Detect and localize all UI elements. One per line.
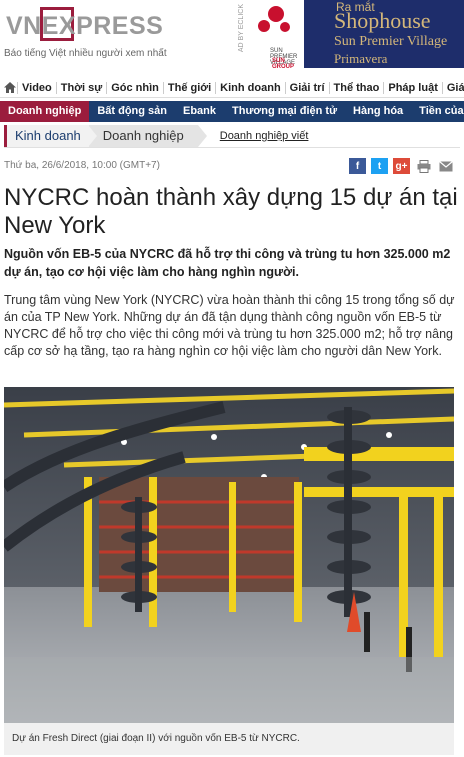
flower-icon bbox=[280, 22, 290, 32]
email-icon[interactable] bbox=[437, 158, 454, 174]
home-icon[interactable] bbox=[3, 80, 17, 96]
subnav-item-doanh-nghiep[interactable]: Doanh nghiệp bbox=[0, 101, 90, 122]
print-icon[interactable] bbox=[415, 158, 432, 174]
ad-flower-graphic: SUN PREMIER VILLAGE SUN GROUP bbox=[250, 0, 304, 68]
ad-headline-3: Sun Premier Village bbox=[334, 34, 448, 49]
photo-caption: Dự án Fresh Direct (giai đoạn II) với ng… bbox=[4, 723, 454, 755]
article-title: NYCRC hoàn thành xây dựng 15 dự án tại N… bbox=[4, 184, 458, 239]
breadcrumb: Kinh doanh Doanh nghiệp Doanh nghiệp viế… bbox=[4, 124, 460, 148]
flower-icon bbox=[268, 6, 284, 22]
ad-headline-4: Primavera bbox=[334, 51, 388, 66]
logo-wordmark: VNEXPRESS bbox=[6, 12, 164, 40]
main-navigation: Video Thời sự Góc nhìn Thế giới Kinh doa… bbox=[0, 78, 464, 98]
nav-item-kinh-doanh[interactable]: Kinh doanh bbox=[215, 81, 285, 94]
article-lead: Nguồn vốn EB-5 của NYCRC đã hỗ trợ thi c… bbox=[4, 247, 451, 279]
subnav-item-hang-hoa[interactable]: Hàng hóa bbox=[345, 101, 411, 122]
ad-side-strip: AD BY ECLICK bbox=[238, 0, 250, 68]
nav-item-thoi-su[interactable]: Thời sự bbox=[55, 81, 106, 94]
twitter-share-icon[interactable]: t bbox=[371, 158, 388, 174]
site-tagline: Báo tiếng Việt nhiều người xem nhất bbox=[4, 48, 167, 59]
ad-brand-sungroup: SUN GROUP bbox=[272, 58, 295, 68]
ad-label: AD BY ECLICK bbox=[238, 4, 245, 53]
subnav-item-bat-dong-san[interactable]: Bất động sản bbox=[89, 101, 175, 122]
article-date: Thứ ba, 26/6/2018, 10:00 (GMT+7) bbox=[4, 160, 160, 171]
googleplus-share-icon[interactable]: g+ bbox=[393, 158, 410, 174]
article-photo[interactable] bbox=[4, 387, 454, 723]
facebook-share-icon[interactable]: f bbox=[349, 158, 366, 174]
nav-item-video[interactable]: Video bbox=[17, 81, 56, 94]
nav-item-giao-duc[interactable]: Giáo dục bbox=[441, 81, 464, 94]
advertisement-banner[interactable]: AD BY ECLICK SUN PREMIER VILLAGE SUN GRO… bbox=[238, 0, 464, 68]
article-body: Trung tâm vùng New York (NYCRC) vừa hoàn… bbox=[4, 293, 455, 358]
site-header: VNEXPRESS Báo tiếng Việt nhiều người xem… bbox=[0, 0, 464, 74]
section-subnavigation: Doanh nghiệp Bất động sản Ebank Thương m… bbox=[0, 101, 464, 122]
nav-item-the-thao[interactable]: Thể thao bbox=[328, 81, 384, 94]
subnav-item-thuong-mai-dien-tu[interactable]: Thương mại điện tử bbox=[224, 101, 345, 122]
warehouse-photo-graphic bbox=[4, 387, 454, 723]
ad-headline-2: Shophouse bbox=[334, 8, 431, 33]
breadcrumb-section[interactable]: Kinh doanh bbox=[4, 124, 89, 147]
share-toolbar: f t g+ bbox=[349, 158, 454, 174]
breadcrumb-link[interactable]: Doanh nghiệp viết bbox=[220, 130, 309, 142]
nav-item-giai-tri[interactable]: Giải trí bbox=[284, 81, 329, 94]
subnav-item-tien-cua[interactable]: Tiền của bbox=[411, 101, 464, 122]
nav-item-phap-luat[interactable]: Pháp luật bbox=[383, 81, 442, 94]
site-logo[interactable]: VNEXPRESS bbox=[4, 6, 182, 44]
subnav-item-ebank[interactable]: Ebank bbox=[175, 101, 224, 122]
breadcrumb-subsection[interactable]: Doanh nghiệp bbox=[87, 124, 207, 147]
nav-item-goc-nhin[interactable]: Góc nhìn bbox=[106, 81, 163, 94]
flower-icon bbox=[258, 20, 270, 32]
nav-item-the-gioi[interactable]: Thế giới bbox=[162, 81, 215, 94]
